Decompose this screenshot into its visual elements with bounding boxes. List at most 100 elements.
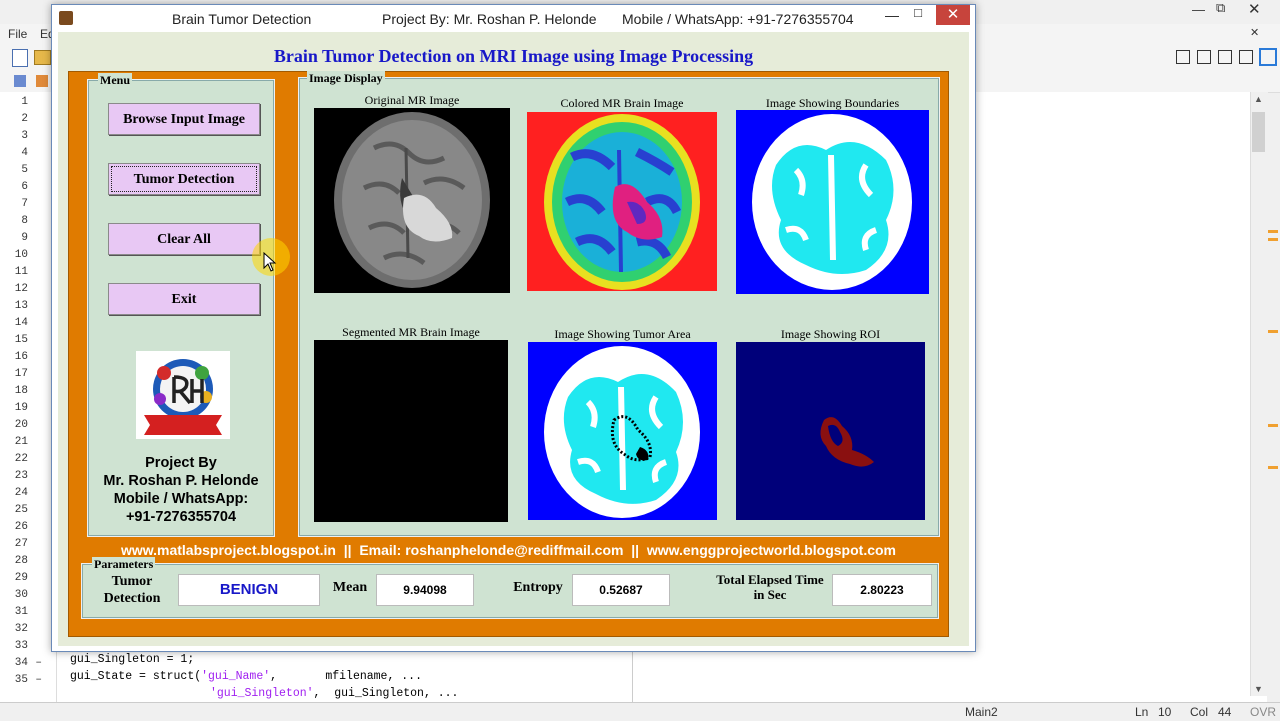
line-number: 25 [14, 504, 28, 516]
code-analyzer-marker[interactable] [1268, 230, 1278, 233]
status-function-name: Main2 [965, 705, 998, 719]
author-logo [136, 351, 230, 439]
credits-line: Project By [145, 455, 217, 471]
contact-links-banner: www.matlabsproject.blogspot.in || Email:… [120, 542, 897, 558]
line-number: 21 [14, 436, 28, 448]
roi-image-title: Image Showing ROI [780, 327, 881, 341]
tile-vertical-icon[interactable] [1197, 50, 1211, 64]
parameters-panel-label: Parameters [92, 557, 156, 572]
matlab-editor-close-button[interactable]: ✕ [1250, 26, 1259, 39]
new-file-icon[interactable] [12, 49, 28, 67]
brain-tumor-area [544, 346, 700, 518]
window-title: Brain Tumor Detection [172, 11, 312, 27]
original-image-title: Original MR Image [364, 93, 460, 107]
colored-image-title: Colored MR Brain Image [560, 96, 684, 110]
maximize-button[interactable]: □ [908, 5, 928, 25]
line-number: 9 [21, 232, 28, 244]
exit-button[interactable]: Exit [108, 283, 260, 315]
tumor-detection-label: Tumor Detection [103, 574, 161, 606]
breakpoint-dash[interactable]: – [35, 657, 42, 669]
maximize-tile-icon[interactable] [1259, 48, 1277, 66]
line-number: 6 [21, 181, 28, 193]
editor-statusbar: Main2 Ln 10 Col 44 OVR [0, 702, 1280, 721]
editor-scrollbar[interactable] [1250, 92, 1268, 696]
line-number: 24 [14, 487, 28, 499]
line-number: 17 [14, 368, 28, 380]
code-line[interactable]: gui_State = struct('gui_Name', mfilename… [70, 670, 422, 683]
line-number: 29 [14, 572, 28, 584]
brain-boundaries [752, 114, 912, 290]
status-col-label: Col [1190, 705, 1209, 719]
browse-input-image-button[interactable]: Browse Input Image [108, 103, 260, 135]
window-mobile: Mobile / WhatsApp: +91-7276355704 [622, 11, 854, 27]
open-folder-icon[interactable] [34, 50, 51, 65]
boundaries-image-title: Image Showing Boundaries [765, 96, 900, 110]
code-line[interactable]: gui_Singleton = 1; [70, 653, 194, 666]
image-display-panel: Image Display Original MR Image Colored … [298, 71, 940, 537]
line-number: 10 [14, 249, 28, 261]
line-number: 19 [14, 402, 28, 414]
segmented-mr-image [314, 340, 508, 522]
scroll-down-arrow-icon[interactable]: ▼ [1254, 684, 1263, 694]
code-analyzer-marker[interactable] [1268, 466, 1278, 469]
brain-mri-grayscale [334, 112, 490, 288]
boundaries-image [736, 110, 929, 294]
minimize-button[interactable]: — [882, 7, 902, 27]
code-text: , gui_Singleton, ... [313, 687, 459, 700]
segmented-image-title: Segmented MR Brain Image [342, 325, 480, 339]
page-title: Brain Tumor Detection on MRI Image using… [273, 46, 754, 66]
matlab-minimize-button[interactable]: — [1192, 2, 1205, 17]
brain-colormap [544, 114, 700, 290]
menu-file[interactable]: File [8, 27, 27, 41]
line-number: 31 [14, 606, 28, 618]
code-analyzer-marker[interactable] [1268, 424, 1278, 427]
image-display-panel-label: Image Display [307, 71, 385, 86]
close-button[interactable]: ✕ [936, 5, 970, 25]
code-line[interactable]: 'gui_Singleton', gui_Singleton, ... [210, 687, 458, 700]
line-number: 27 [14, 538, 28, 550]
tumor-area-image-title: Image Showing Tumor Area [554, 327, 691, 341]
line-number: 33 [14, 640, 28, 652]
main-frame: Menu Browse Input Image Tumor Detection … [68, 71, 949, 637]
rh-logo-icon [144, 359, 222, 435]
scrollbar-thumb[interactable] [1252, 112, 1265, 152]
line-number: 26 [14, 521, 28, 533]
matlab-restore-button[interactable]: ⧉ [1216, 0, 1225, 16]
cell-icon[interactable] [14, 75, 26, 87]
gui-figure-window: Brain Tumor Detection Project By: Mr. Ro… [51, 4, 976, 652]
menu-panel-label: Menu [98, 73, 132, 88]
tile-horizontal-icon[interactable] [1218, 50, 1232, 64]
float-window-icon[interactable] [1239, 50, 1253, 64]
code-text: gui_State = struct( [70, 670, 202, 683]
figure-content: Brain Tumor Detection on MRI Image using… [58, 32, 969, 646]
line-number: 15 [14, 334, 28, 346]
credits-line: Mr. Roshan P. Helonde [103, 473, 259, 489]
mean-value-field: 9.94098 [376, 574, 474, 606]
tile-grid-icon[interactable] [1176, 50, 1190, 64]
matlab-close-button[interactable]: ✕ [1248, 0, 1261, 18]
line-number: 1 [21, 96, 28, 108]
roi-image [736, 342, 925, 520]
clear-all-button[interactable]: Clear All [108, 223, 260, 255]
line-number: 4 [21, 147, 28, 159]
code-analyzer-marker[interactable] [1268, 238, 1278, 241]
line-number-gutter: 1 2 3 4 5 6 7 8 9 10 11 12 13 14 15 16 1… [0, 92, 57, 702]
line-number: 20 [14, 419, 28, 431]
run-section-icon[interactable] [36, 75, 48, 87]
line-number: 16 [14, 351, 28, 363]
status-ln-label: Ln [1135, 705, 1149, 719]
editor-divider [632, 652, 633, 702]
matlab-logo-icon [59, 11, 73, 25]
scroll-up-arrow-icon[interactable]: ▲ [1254, 94, 1263, 104]
code-string: 'gui_Singleton' [210, 687, 314, 700]
elapsed-time-field: 2.80223 [832, 574, 932, 606]
figure-titlebar[interactable]: Brain Tumor Detection Project By: Mr. Ro… [52, 5, 975, 31]
line-number: 23 [14, 470, 28, 482]
breakpoint-dash[interactable]: – [35, 674, 42, 686]
line-number: 8 [21, 215, 28, 227]
colored-mr-image [527, 112, 717, 291]
tumor-detection-button[interactable]: Tumor Detection [108, 163, 260, 195]
elapsed-time-label: Total Elapsed Time in Sec [716, 572, 824, 602]
line-number: 28 [14, 555, 28, 567]
code-analyzer-marker[interactable] [1268, 330, 1278, 333]
